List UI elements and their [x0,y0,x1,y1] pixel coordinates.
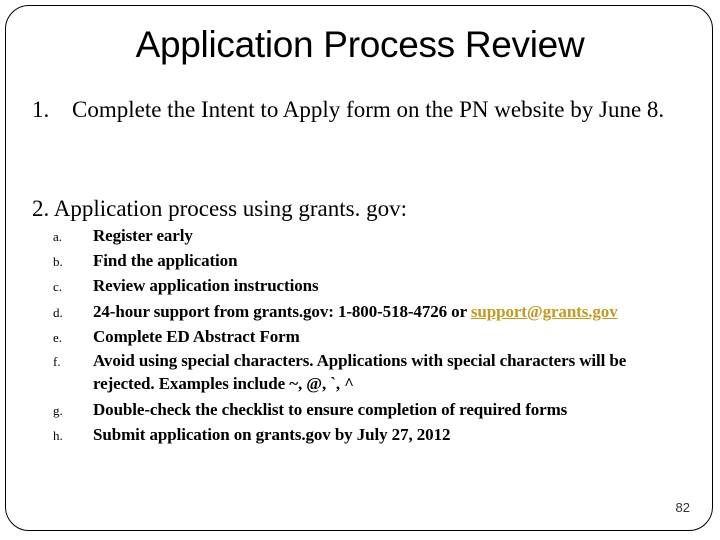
sub-item-text: Double-check the checklist to ensure com… [93,400,568,419]
sub-item-letter: f. [53,354,61,369]
support-email-link[interactable]: support@grants.gov [471,302,618,321]
sub-item-letter: b. [53,254,63,269]
sub-item-letter: c. [53,279,63,294]
sub-item-letter: d. [53,305,63,320]
sub-item-text: Submit application on grants.gov by July… [93,425,451,444]
sub-item-letter: e. [53,330,63,345]
list-item-number: 1. [32,97,50,122]
list-item-number: 2. [32,196,50,221]
sub-item-text: Find the application [93,251,238,270]
sub-item-text: 24-hour support from grants.gov: 1-800-5… [93,300,653,323]
sub-item-text: Register early [93,226,193,245]
page-number: 82 [675,500,690,515]
sub-item-text-line1: Avoid using special characters. Applicat… [93,351,627,370]
sub-item-letter: h. [53,428,63,443]
sub-item-letter: g. [53,403,63,418]
sub-item-letter: a. [53,229,63,244]
sub-item-text: Review application instructions [93,276,319,295]
support-text: 24-hour support from grants.gov: 1-800-5… [93,302,471,321]
list-item-text: Complete the Intent to Apply form on the… [72,97,665,122]
list-item-2: 2. Application process using grants. gov… [32,193,407,224]
sub-item-text-line2: rejected. Examples include ~, @, `, ^ [93,374,354,393]
sub-item-text: Complete ED Abstract Form [93,327,300,346]
slide-title: Application Process Review [135,24,585,65]
list-item-text: Application process using grants. gov: [53,196,407,221]
